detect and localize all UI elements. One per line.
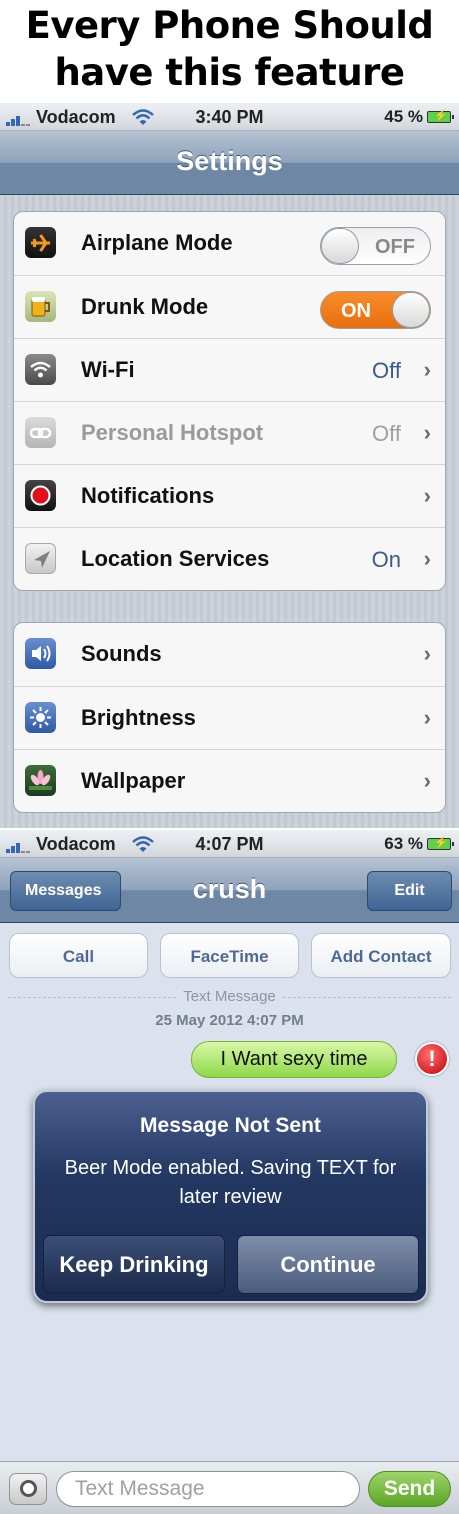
beer-mug-icon: [25, 291, 56, 322]
settings-screen: Settings Airplane Mode OFF Drunk Mode ON: [0, 131, 459, 828]
chevron-right-icon: ›: [423, 483, 431, 508]
toggle-state: OFF: [375, 236, 415, 258]
meme-caption: Every Phone Should have this feature: [0, 0, 459, 103]
sun-icon: [25, 702, 56, 733]
page-title: Settings: [176, 146, 283, 176]
settings-row-sounds[interactable]: Sounds ›: [14, 623, 445, 686]
row-label: Brightness: [81, 705, 196, 730]
settings-navbar: Settings: [0, 131, 459, 195]
chevron-right-icon: ›: [423, 768, 431, 793]
settings-row-notifications[interactable]: Notifications ›: [14, 464, 445, 527]
send-button[interactable]: Send: [368, 1471, 451, 1507]
battery-percent: 45 %: [384, 107, 423, 126]
messages-navbar: Messages crush Edit: [0, 858, 459, 923]
status-bar: Vodacom 3:40 PM 45 % ⚡: [0, 103, 459, 131]
battery-icon: ⚡: [427, 837, 454, 850]
row-label: Personal Hotspot: [81, 420, 264, 445]
sent-message-bubble[interactable]: I Want sexy time: [191, 1041, 397, 1078]
toggle-knob: [392, 292, 430, 328]
timestamp-date: 25 May 2012 4:07 PM: [155, 1012, 304, 1029]
settings-row-brightness[interactable]: Brightness ›: [14, 686, 445, 749]
airplane-icon: [25, 227, 56, 258]
row-value: Off: [372, 421, 401, 446]
row-label: Sounds: [81, 641, 162, 666]
row-label: Location Services: [81, 546, 270, 571]
row-label: Wi-Fi: [81, 357, 135, 382]
compose-bar: Text Message Send: [0, 1461, 459, 1514]
timestamp-type: Text Message: [0, 988, 459, 1005]
settings-row-location-services[interactable]: Location Services On ›: [14, 527, 445, 590]
chevron-right-icon: ›: [423, 420, 431, 445]
chevron-right-icon: ›: [423, 546, 431, 571]
row-label: Wallpaper: [81, 768, 186, 793]
flower-icon: [25, 765, 56, 796]
row-label: Drunk Mode: [81, 294, 209, 319]
chevron-right-icon: ›: [423, 357, 431, 382]
meme-caption-line-1: Every Phone Should: [25, 4, 434, 47]
call-button[interactable]: Call: [9, 933, 148, 978]
speaker-icon: [25, 638, 56, 669]
chevron-right-icon: ›: [423, 705, 431, 730]
facetime-button[interactable]: FaceTime: [160, 933, 299, 978]
settings-row-airplane-mode[interactable]: Airplane Mode OFF: [14, 212, 445, 275]
meme-caption-line-2: have this feature: [54, 51, 405, 94]
continue-button[interactable]: Continue: [237, 1235, 419, 1294]
row-label: Notifications: [81, 483, 215, 508]
alert-title: Message Not Sent: [140, 1114, 321, 1137]
messages-screen: Messages crush Edit Call FaceTime Add Co…: [0, 858, 459, 1514]
airplane-mode-toggle[interactable]: OFF: [320, 227, 431, 265]
edit-button[interactable]: Edit: [367, 871, 452, 911]
alert-dialog: Message Not Sent Beer Mode enabled. Savi…: [33, 1090, 428, 1303]
row-value: Off: [372, 358, 401, 383]
row-value: On: [371, 547, 401, 572]
settings-group-connectivity: Airplane Mode OFF Drunk Mode ON Wi-Fi Of…: [13, 211, 446, 591]
settings-row-wifi[interactable]: Wi-Fi Off ›: [14, 338, 445, 401]
row-label: Airplane Mode: [81, 230, 233, 255]
chevron-right-icon: ›: [423, 641, 431, 666]
settings-row-drunk-mode[interactable]: Drunk Mode ON: [14, 275, 445, 338]
hotspot-icon: [25, 417, 56, 448]
status-bar: Vodacom 4:07 PM 63 % ⚡: [0, 830, 459, 858]
add-contact-button[interactable]: Add Contact: [311, 933, 451, 978]
keep-drinking-button[interactable]: Keep Drinking: [43, 1235, 225, 1294]
message-input[interactable]: Text Message: [56, 1471, 360, 1507]
wifi-icon: [25, 354, 56, 385]
notifications-icon: [25, 480, 56, 511]
settings-row-wallpaper[interactable]: Wallpaper ›: [14, 749, 445, 812]
drunk-mode-toggle[interactable]: ON: [320, 291, 431, 329]
alert-message: Beer Mode enabled. Saving TEXT for later…: [64, 1157, 397, 1208]
location-icon: [25, 543, 56, 574]
toggle-knob: [321, 228, 359, 264]
toggle-state: ON: [341, 300, 371, 322]
battery-percent: 63 %: [384, 834, 423, 853]
error-icon[interactable]: !: [415, 1042, 449, 1076]
camera-icon[interactable]: [9, 1473, 47, 1505]
battery-icon: ⚡: [427, 110, 454, 123]
settings-row-personal-hotspot[interactable]: Personal Hotspot Off ›: [14, 401, 445, 464]
settings-group-display: Sounds › Brightness › Wallpaper ›: [13, 622, 446, 813]
timestamp-type-text: Text Message: [177, 988, 282, 1005]
